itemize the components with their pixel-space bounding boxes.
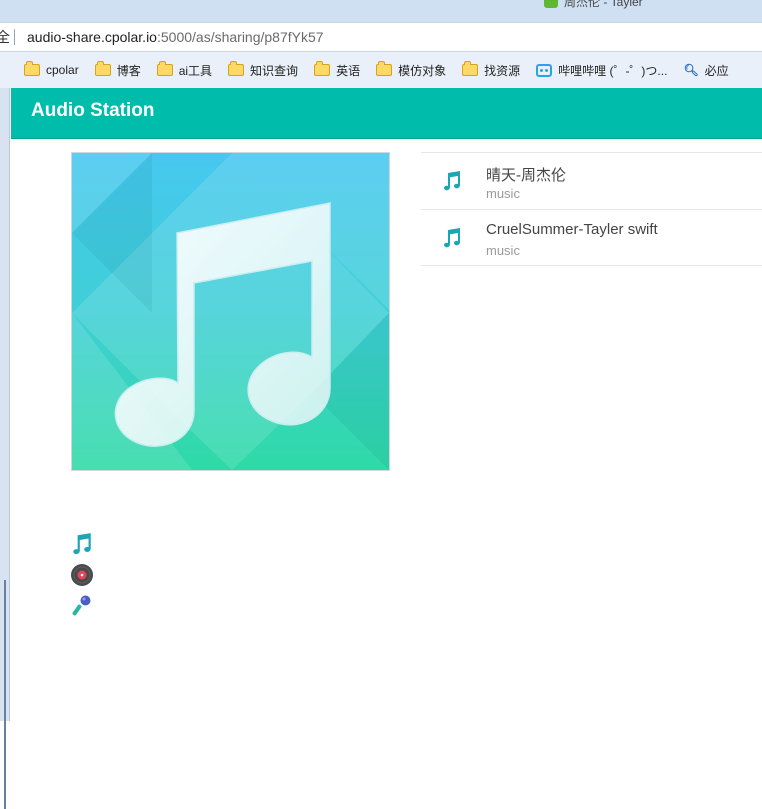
folder-icon <box>462 61 479 76</box>
music-note-icon <box>441 170 463 192</box>
bookmark-label: 必应 <box>704 63 729 78</box>
album-cover <box>71 152 390 471</box>
track-subtitle: music <box>486 243 520 258</box>
album-art-music-note-icon <box>72 153 389 470</box>
bookmark-label: 模仿对象 <box>398 63 447 78</box>
bookmark-label: ai工具 <box>178 63 213 78</box>
microphone-icon <box>72 595 91 615</box>
bookmark-english[interactable]: 英语 <box>310 57 364 83</box>
bookmark-bing[interactable]: 🔍︎ 必应 <box>679 57 732 83</box>
folder-icon <box>228 61 245 76</box>
vinyl-disc-icon <box>71 563 93 586</box>
bookmark-label: 找资源 <box>484 63 521 78</box>
track-subtitle: music <box>486 186 520 201</box>
album-icon-row <box>70 559 100 590</box>
music-note-icon <box>441 227 463 249</box>
folder-icon <box>24 61 40 76</box>
window-frame-edge <box>0 88 10 809</box>
track-list: 晴天-周杰伦 music CruelSummer-Tayler swift mu… <box>421 152 762 266</box>
browser-tab[interactable]: 周杰伦 - Tayler <box>544 0 643 9</box>
track-row[interactable]: CruelSummer-Tayler swift music <box>421 209 762 266</box>
bookmark-imitation[interactable]: 模仿对象 <box>372 57 450 83</box>
folder-icon <box>314 61 331 76</box>
frame-line <box>4 580 6 809</box>
bookmark-label: 哔哩哔哩 (゜-゜)つ... <box>558 63 668 78</box>
bookmark-bilibili[interactable]: 哔哩哔哩 (゜-゜)つ... <box>532 57 671 83</box>
tab-title: 周杰伦 - Tayler <box>564 0 643 9</box>
bookmark-ai-tools[interactable]: ai工具 <box>153 57 216 83</box>
track-title: 晴天-周杰伦 <box>486 167 566 184</box>
bookmark-label: cpolar <box>46 63 79 77</box>
bilibili-icon <box>536 63 553 77</box>
url-host: audio-share.cpolar.io <box>27 29 157 45</box>
bookmark-blog[interactable]: 博客 <box>91 57 145 83</box>
bookmark-knowledge[interactable]: 知识查询 <box>224 57 302 83</box>
song-icon-row <box>70 528 100 559</box>
search-icon: 🔍︎ <box>683 63 699 77</box>
track-title: CruelSummer-Tayler swift <box>486 221 658 238</box>
folder-icon <box>94 61 111 76</box>
folder-icon <box>376 61 393 76</box>
album-info-icons <box>70 528 100 621</box>
folder-icon <box>156 61 173 76</box>
address-bar[interactable]: 全 audio-share.cpolar.io :5000/as/sharing… <box>0 22 762 52</box>
app-header: Audio Station <box>11 88 762 139</box>
bookmarks-bar: cpolar 博客 ai工具 知识查询 英语 模仿对象 找资源 哔哩哔哩 (゜-… <box>0 52 762 88</box>
app-title: Audio Station <box>31 100 155 121</box>
tab-strip: 周杰伦 - Tayler <box>0 0 762 22</box>
bookmark-label: 博客 <box>116 63 141 78</box>
tab-favicon-icon <box>544 0 558 8</box>
bookmark-resources[interactable]: 找资源 <box>458 57 524 83</box>
bookmark-cpolar[interactable]: cpolar <box>20 57 83 83</box>
artist-icon-row <box>70 590 100 621</box>
track-row[interactable]: 晴天-周杰伦 music <box>421 152 762 209</box>
url-prefix: 全 <box>0 29 10 45</box>
url-divider <box>14 29 15 45</box>
music-note-icon <box>73 532 91 554</box>
url-path: :5000/as/sharing/p87fYk57 <box>156 29 324 45</box>
bookmark-label: 知识查询 <box>250 63 299 78</box>
bookmark-label: 英语 <box>336 63 361 78</box>
